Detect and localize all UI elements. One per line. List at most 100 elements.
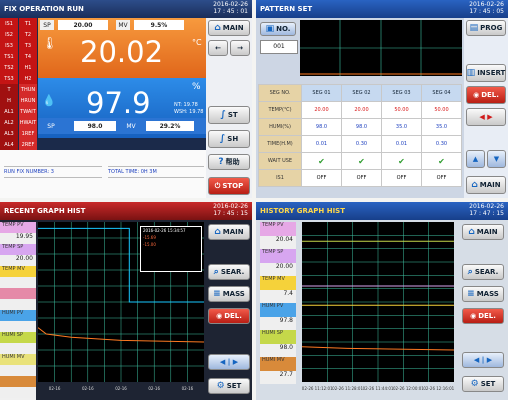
table-cell[interactable]: 35.0 — [381, 118, 422, 136]
legend-tag[interactable]: TEMP SP — [0, 244, 36, 255]
legend-tag[interactable]: TEMP SP — [260, 249, 296, 263]
st-button[interactable]: ∫ ST — [208, 106, 250, 124]
legend-tag[interactable]: HUMI MV — [260, 357, 296, 371]
scroll-up-button[interactable]: ▲ — [466, 150, 485, 168]
x-tick-label: 02-26 11:12:01 — [302, 386, 333, 391]
help-button-label: 帮助 — [225, 158, 240, 166]
graph-legend: TEMP PV 20.04 TEMP SP 20.00 TEMP MV 7.4 HUMI P… — [260, 222, 296, 400]
legend-tag[interactable]: TEMP MV — [0, 266, 36, 277]
legend-tag[interactable]: HUMI MV — [0, 354, 36, 365]
table-cell[interactable]: OFF — [301, 169, 342, 187]
set-button-label: SET — [480, 380, 496, 388]
alarm-indicator: T2 — [19, 29, 37, 40]
table-cell[interactable]: 35.0 — [421, 118, 462, 136]
legend-value: 20.00 — [0, 255, 36, 266]
table-cell[interactable]: 98.0 — [301, 118, 342, 136]
mv-label: MV — [116, 20, 130, 30]
cursor-info-box: 2016-02-26 15:34:57 -15.69 -15.00 — [140, 226, 202, 272]
legend-tag[interactable]: TEMP MV — [260, 276, 296, 290]
prog-button[interactable]: ▤ PROG — [466, 20, 506, 36]
table-cell[interactable]: 0.30 — [421, 135, 462, 153]
table-cell[interactable]: ✔ — [341, 152, 382, 170]
legend-tag[interactable]: TEMP PV — [0, 222, 36, 233]
time: 17 : 45 : 15 — [213, 210, 248, 217]
scroll-button[interactable]: ◀ | ▶ — [208, 354, 250, 370]
help-button[interactable]: ? 帮助 — [208, 154, 250, 170]
legend-tag[interactable]: TEMP PV — [260, 222, 296, 236]
table-cell[interactable]: 50.00 — [421, 101, 462, 119]
prev-button[interactable]: ← — [208, 40, 228, 56]
stop-button-label: STOP — [222, 182, 244, 190]
cursor-line-2: -15.00 — [143, 242, 156, 247]
set-button[interactable]: ⚙ SET — [462, 376, 504, 392]
mv-label-2: MV — [126, 122, 136, 130]
time: 17 : 45 : 05 — [469, 8, 504, 15]
table-cell[interactable]: 0.30 — [341, 135, 382, 153]
search-button-label: SEAR. — [220, 268, 245, 276]
table-cell[interactable]: 50.00 — [381, 101, 422, 119]
legend-tag[interactable]: HUMI PV — [0, 310, 36, 321]
table-cell[interactable]: OFF — [341, 169, 382, 187]
table-cell[interactable]: OFF — [381, 169, 422, 187]
legend-tag[interactable] — [0, 376, 36, 387]
delete-icon: ◉ — [470, 312, 477, 320]
temp-unit: °C — [192, 38, 202, 47]
alarm-indicator: IS2 — [0, 29, 18, 40]
sh-button[interactable]: ∫ SH — [208, 130, 250, 148]
table-cell[interactable]: 0.01 — [381, 135, 422, 153]
scroll-down-button[interactable]: ▼ — [487, 150, 506, 168]
x-tick-label: 02-16 — [82, 386, 94, 391]
scroll-button[interactable]: ◀ | ▶ — [462, 352, 504, 368]
next-button[interactable]: → — [230, 40, 250, 56]
mass-icon: ≡ — [213, 289, 221, 299]
table-cell[interactable]: 98.0 — [341, 118, 382, 136]
table-row: TEMP(℃) 20.00 20.00 50.00 50.00 — [258, 101, 462, 119]
set-button[interactable]: ⚙ SET — [208, 378, 250, 394]
main-button[interactable]: ⌂ MAIN — [208, 224, 250, 240]
legend-tag[interactable]: HUMI SP — [260, 330, 296, 344]
pattern-number-input[interactable]: 001 — [260, 40, 298, 54]
cursor-time: 2016-02-26 15:34:57 — [143, 228, 186, 233]
legend-value — [0, 387, 36, 398]
table-cell[interactable]: ✔ — [381, 152, 422, 170]
alarm-indicator: T4 — [19, 51, 37, 62]
search-button[interactable]: ⌕ SEAR. — [462, 264, 504, 280]
alarm-indicator: TS2 — [0, 62, 18, 73]
table-cell[interactable]: 0.01 — [301, 135, 342, 153]
alarm-indicator: AL2 — [0, 117, 18, 128]
delete-button[interactable]: ◉ DEL. — [208, 308, 250, 324]
alarm-indicator: TWAIT — [19, 106, 37, 117]
alarm-indicator: 2REF — [19, 139, 37, 150]
alarm-indicator: T1 — [19, 18, 37, 29]
alarm-indicator: AL3 — [0, 128, 18, 139]
stop-button[interactable]: ⏻ STOP — [208, 177, 250, 195]
clock: 2016-02-26 17 : 45 : 05 — [469, 1, 504, 15]
temp-sp-value[interactable]: 20.00 — [58, 20, 108, 30]
main-button[interactable]: ⌂ MAIN — [208, 20, 250, 36]
mass-button[interactable]: ≡ MASS — [208, 286, 250, 302]
table-cell[interactable]: ✔ — [421, 152, 462, 170]
table-cell[interactable]: ✔ — [301, 152, 342, 170]
humi-sp-value[interactable]: 98.0 — [74, 121, 116, 131]
legend-value — [0, 299, 36, 310]
segment-nav-button[interactable]: ◀ ▶ — [466, 108, 506, 126]
alarm-indicator: TS1 — [0, 51, 18, 62]
clock: 2016-02-26 17 : 45 : 15 — [213, 203, 248, 217]
legend-tag[interactable]: HUMI SP — [0, 332, 36, 343]
main-button[interactable]: ⌂ MAIN — [466, 176, 506, 194]
insert-button[interactable]: ▥ INSERT — [466, 64, 506, 82]
legend-value: 19.95 — [0, 233, 36, 244]
search-button[interactable]: ⌕ SEAR. — [208, 264, 250, 280]
table-cell[interactable]: OFF — [421, 169, 462, 187]
delete-button[interactable]: ◉ DEL. — [466, 86, 506, 104]
delete-button[interactable]: ◉ DEL. — [462, 308, 504, 324]
table-cell[interactable]: 20.00 — [341, 101, 382, 119]
home-icon: ⌂ — [471, 180, 478, 190]
mass-button[interactable]: ≡ MASS — [462, 286, 504, 302]
table-cell[interactable]: 20.00 — [301, 101, 342, 119]
legend-tag[interactable]: HUMI PV — [260, 303, 296, 317]
main-button[interactable]: ⌂ MAIN — [462, 224, 504, 240]
segment-table: SEG NO. SEG 01 SEG 02 SEG 03 SEG 04 TEMP(℃) 20… — [258, 84, 462, 187]
legend-value: 27.7 — [260, 370, 296, 384]
legend-tag[interactable] — [0, 288, 36, 299]
